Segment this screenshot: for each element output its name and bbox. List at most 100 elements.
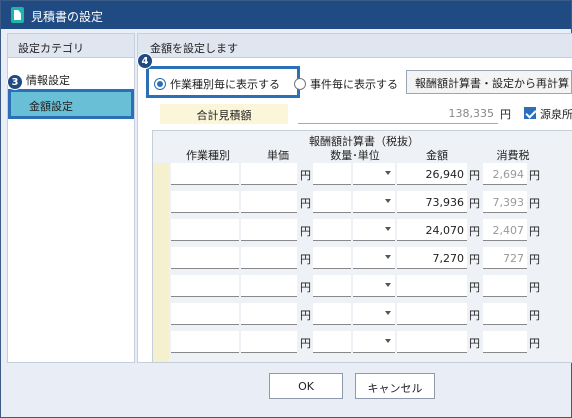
currency-label: 円 [529, 309, 540, 322]
unit-price-cell[interactable] [241, 219, 297, 241]
unit-price-cell[interactable] [241, 191, 297, 213]
currency-label: 円 [300, 281, 311, 294]
unit-select[interactable] [353, 163, 395, 185]
dropdown-arrow-icon[interactable] [385, 255, 391, 259]
work-type-cell[interactable] [171, 275, 239, 297]
unit-select[interactable] [353, 247, 395, 269]
work-type-cell[interactable] [171, 247, 239, 269]
dropdown-arrow-icon[interactable] [385, 283, 391, 287]
currency-label: 円 [469, 281, 480, 294]
app-icon [11, 7, 24, 23]
tax-cell[interactable]: 2,694 [483, 163, 527, 185]
total-label: 合計見積額 [160, 104, 288, 124]
dropdown-arrow-icon[interactable] [385, 199, 391, 203]
unit-price-cell[interactable] [241, 275, 297, 297]
currency-label: 円 [469, 309, 480, 322]
settings-window: 見積書の設定 設定カテゴリ 情報設定 金額設定 金額を設定します 作業種別毎に表… [0, 0, 572, 418]
table-row: 円 円 円 [153, 329, 572, 355]
quantity-cell[interactable] [313, 247, 351, 269]
quantity-cell[interactable] [313, 275, 351, 297]
table-row: 円 7,270 円 727 円 [153, 245, 572, 271]
title-bar: 見積書の設定 [1, 1, 571, 29]
panel-header: 金額を設定します [138, 34, 572, 58]
currency-label: 円 [300, 225, 311, 238]
table-row: 円 円 円 [153, 301, 572, 327]
unit-select[interactable] [353, 219, 395, 241]
work-type-cell[interactable] [171, 219, 239, 241]
withholding-checkbox[interactable] [524, 107, 536, 119]
work-type-cell[interactable] [171, 163, 239, 185]
currency-label: 円 [469, 169, 480, 182]
tax-cell[interactable] [483, 303, 527, 325]
table-row: 円 73,936 円 7,393 円 [153, 189, 572, 215]
work-type-cell[interactable] [171, 331, 239, 353]
category-item-info[interactable]: 情報設定 [8, 68, 134, 90]
tax-cell[interactable]: 2,407 [483, 219, 527, 241]
work-type-cell[interactable] [171, 191, 239, 213]
amount-cell[interactable]: 24,070 [397, 219, 467, 241]
category-item-label: 情報設定 [26, 74, 70, 87]
currency-label: 円 [529, 253, 540, 266]
amount-cell[interactable]: 73,936 [397, 191, 467, 213]
table-row: 円 26,940 円 2,694 円 [153, 161, 572, 187]
currency-label: 円 [500, 108, 511, 121]
tax-cell[interactable] [483, 331, 527, 353]
currency-label: 円 [300, 337, 311, 350]
unit-price-cell[interactable] [241, 247, 297, 269]
total-amount-field[interactable]: 138,335 [298, 104, 498, 124]
unit-select[interactable] [353, 275, 395, 297]
amount-cell[interactable] [397, 331, 467, 353]
dropdown-arrow-icon[interactable] [385, 311, 391, 315]
step-badge-4: 4 [137, 53, 153, 69]
quantity-cell[interactable] [313, 191, 351, 213]
radio-by-work-type[interactable]: 作業種別毎に表示する [154, 76, 280, 92]
work-type-cell[interactable] [171, 303, 239, 325]
table-row: 円 円 円 [153, 273, 572, 299]
tax-cell[interactable]: 727 [483, 247, 527, 269]
quantity-cell[interactable] [313, 303, 351, 325]
currency-label: 円 [529, 281, 540, 294]
ok-button[interactable]: OK [269, 373, 343, 399]
tax-cell[interactable]: 7,393 [483, 191, 527, 213]
radio-unselected-icon[interactable] [294, 78, 306, 90]
recalculate-button[interactable]: 報酬額計算書・設定から再計算 [406, 70, 572, 94]
amount-cell[interactable]: 26,940 [397, 163, 467, 185]
unit-select[interactable] [353, 191, 395, 213]
currency-label: 円 [469, 225, 480, 238]
currency-label: 円 [529, 337, 540, 350]
unit-select[interactable] [353, 303, 395, 325]
unit-price-cell[interactable] [241, 303, 297, 325]
radio-by-case[interactable]: 事件毎に表示する [294, 76, 398, 92]
category-item-amount[interactable]: 金額設定 [8, 89, 134, 119]
amount-cell[interactable]: 7,270 [397, 247, 467, 269]
currency-label: 円 [469, 337, 480, 350]
currency-label: 円 [529, 225, 540, 238]
window-title: 見積書の設定 [31, 10, 104, 24]
category-panel: 設定カテゴリ 情報設定 金額設定 [7, 33, 135, 363]
amount-cell[interactable] [397, 303, 467, 325]
step-badge-3: 3 [7, 74, 23, 90]
unit-price-cell[interactable] [241, 163, 297, 185]
currency-label: 円 [529, 197, 540, 210]
amount-cell[interactable] [397, 275, 467, 297]
quantity-cell[interactable] [313, 163, 351, 185]
quantity-cell[interactable] [313, 331, 351, 353]
cancel-button[interactable]: キャンセル [355, 373, 435, 399]
unit-price-cell[interactable] [241, 331, 297, 353]
dropdown-arrow-icon[interactable] [385, 171, 391, 175]
quantity-cell[interactable] [313, 219, 351, 241]
category-item-label: 金額設定 [29, 100, 73, 113]
currency-label: 円 [300, 169, 311, 182]
currency-label: 円 [300, 309, 311, 322]
fee-calculation-grid: 報酬額計算書（税抜） 作業種別 単価 数量･単位 金額 消費税 円 26,940… [152, 130, 572, 362]
amount-settings-panel: 金額を設定します 作業種別毎に表示する 事件毎に表示する 報酬額計算書・設定から… [137, 33, 572, 363]
tax-cell[interactable] [483, 275, 527, 297]
withholding-label: 源泉所 [540, 108, 572, 121]
dropdown-arrow-icon[interactable] [385, 339, 391, 343]
radio-selected-icon[interactable] [154, 78, 166, 90]
currency-label: 円 [469, 253, 480, 266]
radio-label: 作業種別毎に表示する [170, 78, 280, 91]
unit-select[interactable] [353, 331, 395, 353]
dropdown-arrow-icon[interactable] [385, 227, 391, 231]
category-header: 設定カテゴリ [8, 34, 134, 58]
